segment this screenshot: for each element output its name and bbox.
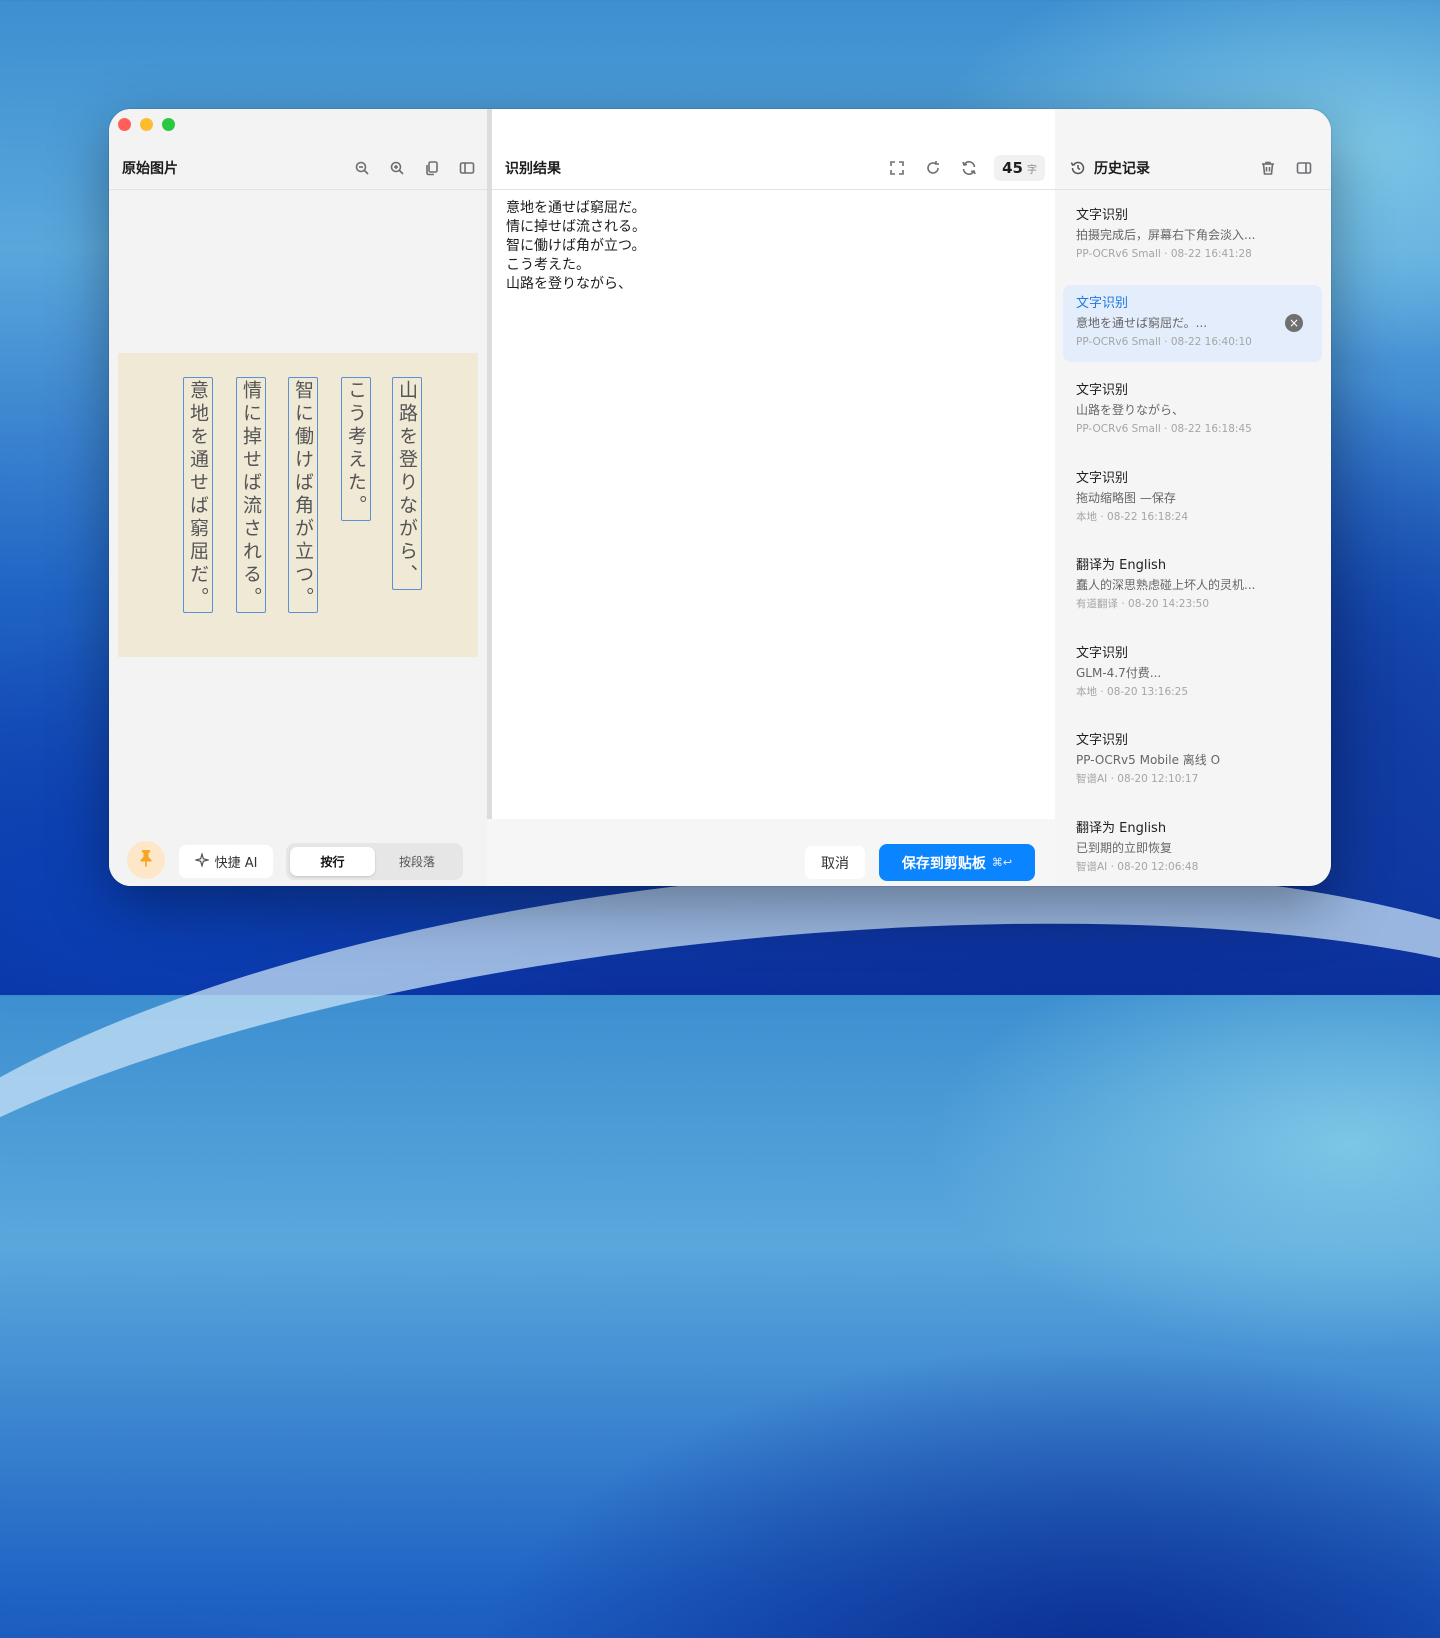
result-title: 识别结果 bbox=[505, 161, 561, 177]
history-item-meta: 本地 · 08-20 13:16:25 bbox=[1076, 685, 1189, 698]
quick-ai-label: 快捷 AI bbox=[214, 856, 258, 871]
remove-history-item-icon[interactable]: × bbox=[1285, 313, 1303, 332]
history-item-meta: PP-OCRv6 Small · 08-22 16:41:28 bbox=[1076, 248, 1252, 260]
history-item[interactable]: 翻译为 English 蠢人的深思熟虑碰上坏人的灵机... 有道翻译 · 08-… bbox=[1063, 547, 1322, 624]
quick-ai-button[interactable]: 快捷 AI bbox=[179, 845, 273, 878]
result-textarea[interactable]: 意地を通せば窮屈だ。 情に掉せば流される。 智に働けば角が立つ。 こう考えた。 … bbox=[506, 199, 646, 294]
history-item[interactable]: 文字识别 拖动缩略图 —保存 本地 · 08-22 16:18:24 bbox=[1063, 460, 1322, 537]
history-item-meta: PP-OCRv6 Small · 08-22 16:40:10 bbox=[1076, 335, 1252, 348]
wallpaper-sweep bbox=[0, 782, 1440, 1638]
save-to-clipboard-button[interactable]: 保存到剪贴板 ⌘↩ bbox=[879, 844, 1035, 881]
history-item[interactable]: 文字识别 GLM-4.7付费... 本地 · 08-20 13:16:25 bbox=[1063, 635, 1322, 712]
history-item-desc: 意地を通せば窮屈だ。... bbox=[1076, 315, 1208, 330]
history-list: 文字识别 拍摄完成后，屏幕右下角会淡入... PP-OCRv6 Small · … bbox=[1055, 197, 1331, 886]
history-clock-icon bbox=[1070, 160, 1086, 176]
result-panel: 识别结果 45 字 意地を通せば窮屈だ。 情に掉せば流される。 智に働けば角が立… bbox=[492, 109, 1055, 886]
character-count: 45 bbox=[1002, 159, 1023, 177]
zoom-window-button[interactable] bbox=[162, 118, 175, 131]
history-item-title: 翻译为 English bbox=[1076, 558, 1167, 573]
toggle-sidebar-icon[interactable] bbox=[456, 157, 478, 179]
left-header-divider bbox=[109, 189, 487, 190]
history-panel: 历史记录 文字识别 拍摄完成后，屏幕右下角会淡入... PP-OCRv6 Sma… bbox=[1055, 109, 1331, 886]
history-item-title: 文字识别 bbox=[1076, 208, 1129, 223]
history-item-desc: 拖动缩略图 —保存 bbox=[1076, 490, 1176, 505]
history-item-meta: 智谱AI · 08-20 12:06:48 bbox=[1076, 860, 1199, 873]
left-toolbar: 快捷 AI 按行 按段落 bbox=[109, 819, 487, 886]
history-item[interactable]: 翻译为 English 已到期的立即恢复 智谱AI · 08-20 12:06:… bbox=[1063, 810, 1322, 887]
history-item-desc: 已到期的立即恢复 bbox=[1076, 840, 1173, 855]
history-item-title: 文字识别 bbox=[1076, 645, 1129, 661]
ocr-box-column-3: 智に働けば角が立つ。 bbox=[288, 377, 318, 613]
rotate-icon[interactable] bbox=[922, 157, 944, 179]
history-item-meta: 有道翻译 · 08-20 14:23:50 bbox=[1076, 598, 1210, 610]
ocr-box-column-2: こう考えた。 bbox=[341, 377, 371, 521]
history-item[interactable]: 文字识别 山路を登りながら、 PP-OCRv6 Small · 08-22 16… bbox=[1063, 372, 1322, 449]
zoom-in-icon[interactable] bbox=[386, 157, 408, 179]
original-image-title: 原始图片 bbox=[122, 161, 178, 177]
history-item-title: 翻译为 English bbox=[1076, 820, 1167, 836]
history-item-desc: 蠢人的深思熟虑碰上坏人的灵机... bbox=[1076, 578, 1256, 592]
save-shortcut-hint: ⌘↩ bbox=[991, 856, 1013, 869]
history-header-divider bbox=[1055, 189, 1331, 190]
cancel-button[interactable]: 取消 bbox=[805, 846, 865, 879]
history-item-desc: 山路を登りながら、 bbox=[1076, 403, 1185, 417]
history-item-desc: GLM-4.7付费... bbox=[1076, 665, 1162, 680]
pin-button[interactable] bbox=[127, 841, 165, 879]
close-window-button[interactable] bbox=[118, 118, 131, 131]
original-image-header: 原始图片 bbox=[122, 147, 478, 189]
minimize-window-button[interactable] bbox=[140, 118, 153, 131]
trash-icon[interactable] bbox=[1257, 157, 1279, 179]
history-item-desc: PP-OCRv5 Mobile 离线 O bbox=[1076, 753, 1221, 767]
window-controls bbox=[118, 118, 175, 131]
history-item[interactable]: 文字识别 PP-OCRv5 Mobile 离线 O 智谱AI · 08-20 1… bbox=[1063, 722, 1322, 799]
app-window: 原始图片 山路を登りながら、 こう考えた。 智に働けば角が立つ。 情に掉せば流さ… bbox=[109, 109, 1331, 886]
history-item-title: 文字识别 bbox=[1076, 733, 1129, 748]
ocr-box-column-4: 情に掉せば流される。 bbox=[236, 377, 266, 613]
history-item-title: 文字识别 bbox=[1076, 295, 1129, 311]
zoom-out-icon[interactable] bbox=[351, 157, 373, 179]
history-item-title: 文字识别 bbox=[1076, 383, 1129, 398]
history-item-meta: 智谱AI · 08-20 12:10:17 bbox=[1076, 773, 1199, 785]
history-item-meta: 本地 · 08-22 16:18:24 bbox=[1076, 510, 1189, 523]
result-toolbar: 取消 保存到剪贴板 ⌘↩ bbox=[492, 819, 1055, 886]
character-count-badge: 45 字 bbox=[994, 155, 1045, 181]
ocr-box-column-1: 山路を登りながら、 bbox=[392, 377, 422, 590]
fullscreen-icon[interactable] bbox=[886, 157, 908, 179]
segment-by-paragraph[interactable]: 按段落 bbox=[375, 847, 459, 876]
segment-by-line[interactable]: 按行 bbox=[290, 847, 375, 876]
history-item-selected[interactable]: 文字识别 意地を通せば窮屈だ。... PP-OCRv6 Small · 08-2… bbox=[1063, 284, 1322, 362]
history-item-desc: 拍摄完成后，屏幕右下角会淡入... bbox=[1076, 228, 1256, 242]
history-item-title: 文字识别 bbox=[1076, 470, 1129, 486]
save-to-clipboard-label: 保存到剪贴板 bbox=[901, 855, 986, 872]
toggle-history-sidebar-icon[interactable] bbox=[1293, 157, 1315, 179]
refresh-icon[interactable] bbox=[958, 157, 980, 179]
history-item-meta: PP-OCRv6 Small · 08-22 16:18:45 bbox=[1076, 423, 1252, 435]
history-header: 历史记录 bbox=[1070, 147, 1315, 189]
history-title: 历史记录 bbox=[1094, 161, 1150, 177]
result-header: 识别结果 45 字 bbox=[505, 147, 1045, 189]
source-image: 山路を登りながら、 こう考えた。 智に働けば角が立つ。 情に掉せば流される。 意… bbox=[118, 353, 478, 657]
original-image-panel: 原始图片 山路を登りながら、 こう考えた。 智に働けば角が立つ。 情に掉せば流さ… bbox=[109, 109, 487, 886]
pin-icon bbox=[138, 849, 154, 871]
result-header-divider bbox=[492, 189, 1055, 190]
history-item[interactable]: 文字识别 拍摄完成后，屏幕右下角会淡入... PP-OCRv6 Small · … bbox=[1063, 197, 1322, 274]
character-count-unit: 字 bbox=[1027, 165, 1037, 176]
split-mode-segmented-control: 按行 按段落 bbox=[286, 843, 463, 880]
copy-image-icon[interactable] bbox=[421, 157, 443, 179]
ocr-box-column-5: 意地を通せば窮屈だ。 bbox=[183, 377, 213, 613]
sparkle-icon bbox=[193, 851, 210, 871]
